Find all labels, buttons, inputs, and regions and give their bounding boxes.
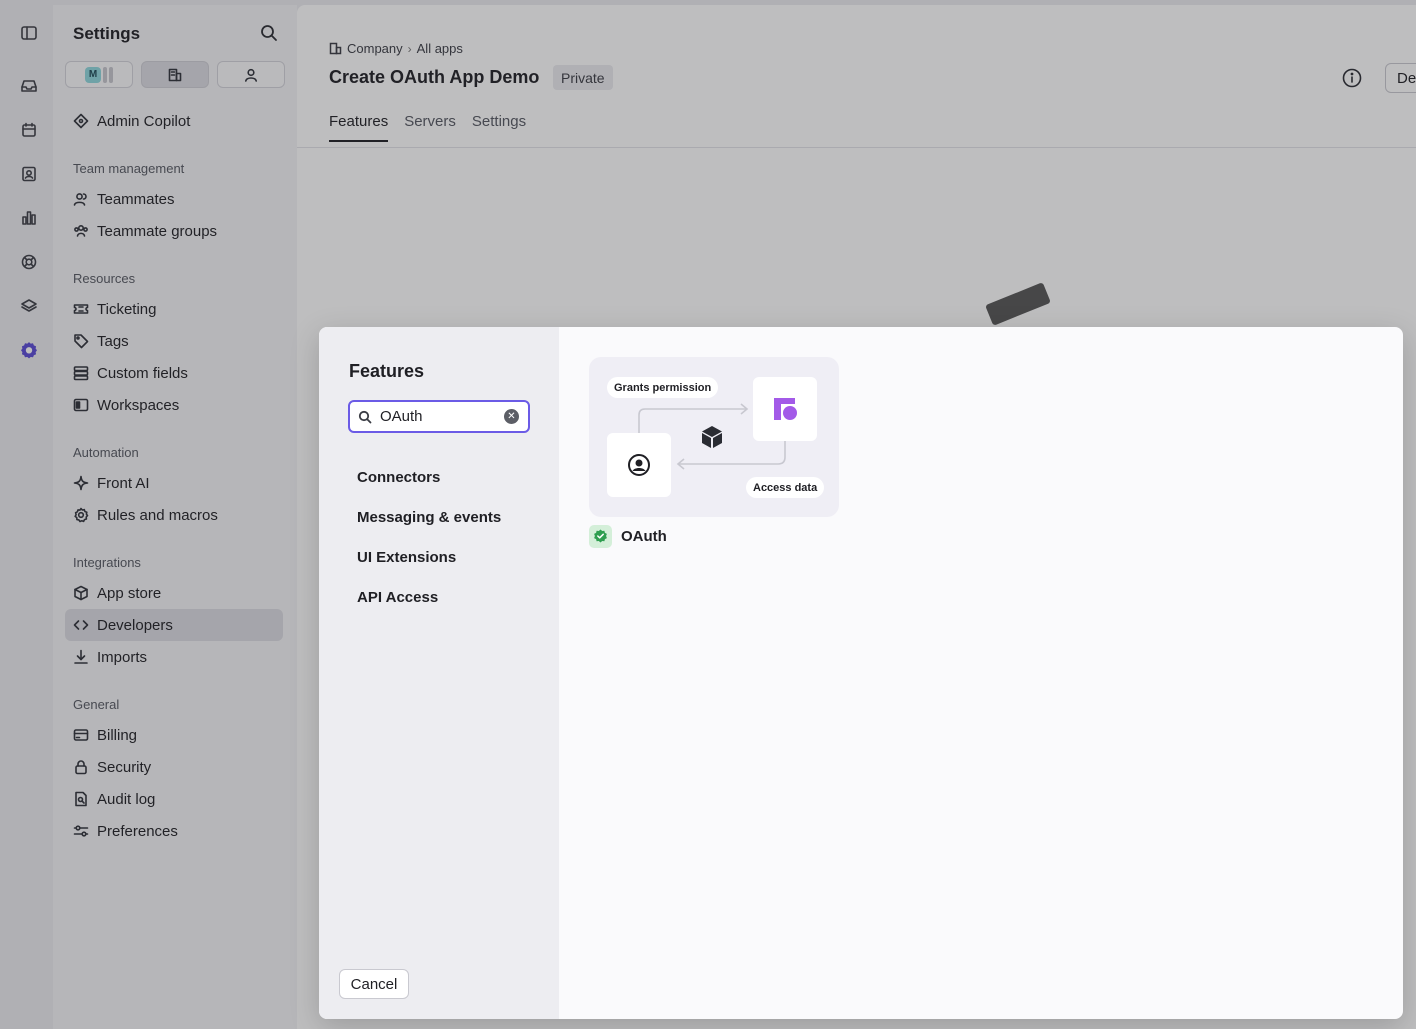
modal-title: Features (349, 361, 425, 381)
user-circle-icon (607, 433, 671, 497)
category-ui-extensions[interactable]: UI Extensions (357, 549, 456, 566)
oauth-feature-card[interactable]: Grants permission Access data (589, 357, 839, 517)
category-connectors[interactable]: Connectors (357, 469, 440, 486)
feature-name: OAuth (621, 528, 667, 545)
search-icon (358, 410, 372, 424)
category-messaging-events[interactable]: Messaging & events (357, 509, 501, 526)
features-modal: Features ✕ Connectors Messaging & events… (319, 327, 1403, 1019)
modal-sidebar: Features ✕ Connectors Messaging & events… (319, 327, 559, 1019)
feature-search[interactable]: ✕ (348, 400, 530, 433)
access-data-label: Access data (746, 477, 825, 498)
search-input[interactable] (380, 408, 500, 425)
app-cube-icon (701, 425, 723, 452)
feature-title-row[interactable]: OAuth (589, 525, 667, 548)
cancel-button[interactable]: Cancel (339, 969, 409, 999)
clear-search-icon[interactable]: ✕ (504, 409, 519, 424)
front-logo-icon (753, 377, 817, 441)
category-api-access[interactable]: API Access (357, 589, 438, 606)
verified-check-icon (589, 525, 612, 548)
grants-permission-label: Grants permission (607, 377, 719, 398)
